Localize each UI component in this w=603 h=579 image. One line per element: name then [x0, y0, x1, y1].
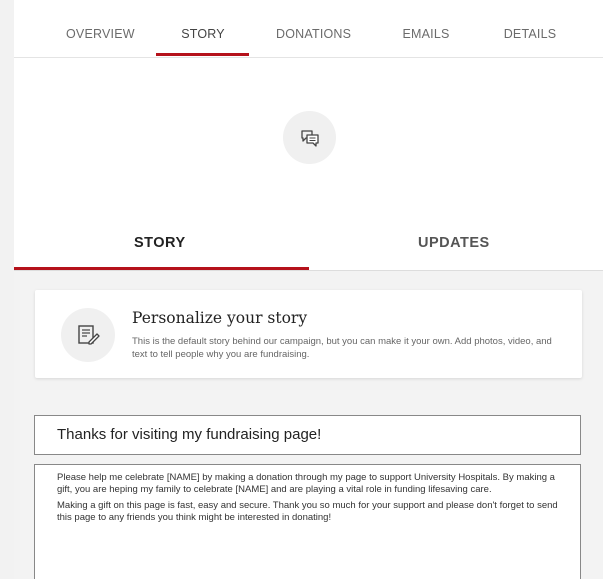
chat-bubbles-icon [283, 111, 336, 164]
story-headline-field[interactable]: Thanks for visiting my fundraising page! [34, 415, 581, 455]
subtab-updates[interactable]: UPDATES [418, 235, 490, 251]
story-body-editor[interactable]: Please help me celebrate [NAME] by makin… [34, 464, 581, 579]
subtab-story[interactable]: STORY [134, 235, 186, 251]
story-updates-tabs: STORY UPDATES [14, 228, 603, 271]
tab-emails[interactable]: EMAILS [401, 27, 451, 41]
subtab-active-indicator [14, 267, 309, 270]
tab-overview[interactable]: OVERVIEW [66, 27, 135, 41]
story-panel: OVERVIEW STORY DONATIONS EMAILS DETAILS … [14, 0, 603, 579]
personalize-title: Personalize your story [132, 309, 308, 327]
personalize-description: This is the default story behind our cam… [132, 336, 552, 360]
tab-details[interactable]: DETAILS [502, 27, 558, 41]
top-navigation: OVERVIEW STORY DONATIONS EMAILS DETAILS [14, 0, 603, 58]
personalize-story-card: Personalize your story This is the defau… [35, 290, 582, 378]
story-paragraph: Please help me celebrate [NAME] by makin… [57, 472, 555, 495]
tab-donations[interactable]: DONATIONS [276, 27, 351, 41]
page-gutter [0, 0, 14, 579]
document-edit-icon [61, 308, 115, 362]
active-tab-indicator [156, 53, 249, 56]
story-content-area: Personalize your story This is the defau… [14, 271, 603, 579]
story-paragraph: Making a gift on this page is fast, easy… [57, 500, 558, 523]
tab-story[interactable]: STORY [169, 27, 237, 41]
